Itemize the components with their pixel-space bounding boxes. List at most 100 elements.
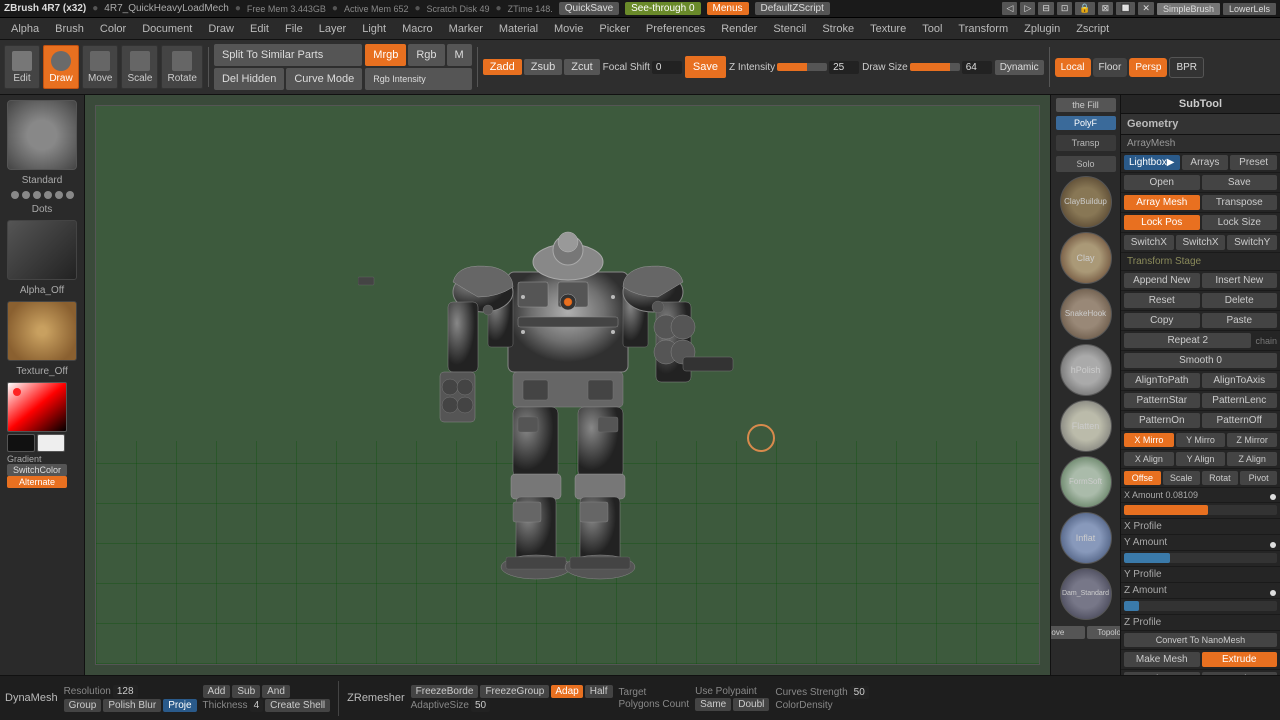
- x-mirror-button[interactable]: X Mirro: [1124, 433, 1174, 447]
- icon7[interactable]: 🔲: [1116, 2, 1135, 15]
- canvas-viewport[interactable]: [95, 105, 1040, 665]
- reset-button[interactable]: Reset: [1124, 293, 1200, 308]
- menu-texture[interactable]: Texture: [863, 21, 913, 37]
- x-align-button[interactable]: X Align: [1124, 452, 1174, 466]
- menu-color[interactable]: Color: [93, 21, 133, 37]
- menu-transform[interactable]: Transform: [951, 21, 1015, 37]
- y-amount-slider[interactable]: [1124, 553, 1277, 563]
- align-to-path-button[interactable]: AlignToPath: [1124, 373, 1200, 388]
- switch-y-button[interactable]: SwitchY: [1227, 235, 1277, 250]
- y-amount-slider-row[interactable]: [1121, 551, 1280, 567]
- align-to-axis-button[interactable]: AlignToAxis: [1202, 373, 1278, 388]
- clay-buildup-brush[interactable]: ClayBuildup: [1060, 176, 1112, 228]
- menu-edit[interactable]: Edit: [243, 21, 276, 37]
- group-button[interactable]: Group: [64, 699, 102, 712]
- append-new-button[interactable]: Append New: [1124, 273, 1200, 288]
- adaptive-size-value[interactable]: 50: [471, 699, 490, 712]
- switch-color-button[interactable]: SwitchColor: [7, 464, 67, 476]
- icon6[interactable]: ⊠: [1098, 2, 1114, 15]
- brush-preview[interactable]: [7, 100, 77, 170]
- icon2[interactable]: ▷: [1020, 2, 1035, 15]
- draw-size-value[interactable]: 64: [962, 61, 992, 74]
- convert-nanomesh-button[interactable]: Convert To NanoMesh: [1124, 633, 1277, 647]
- menu-preferences[interactable]: Preferences: [639, 21, 712, 37]
- color-square[interactable]: [7, 382, 67, 432]
- draw-button[interactable]: Draw: [43, 45, 79, 89]
- freeze-borders-button[interactable]: FreezeBorde: [411, 685, 479, 698]
- save-button[interactable]: Save: [685, 56, 726, 78]
- menu-light[interactable]: Light: [355, 21, 393, 37]
- mrgb-button[interactable]: Mrgb: [365, 44, 406, 66]
- menu-picker[interactable]: Picker: [592, 21, 637, 37]
- adap-button[interactable]: Adap: [551, 685, 582, 698]
- pattern-lenc-button[interactable]: PatternLenc: [1202, 393, 1278, 408]
- z-align-button[interactable]: Z Align: [1227, 452, 1277, 466]
- same-button[interactable]: Same: [695, 698, 731, 711]
- menu-movie[interactable]: Movie: [547, 21, 590, 37]
- thickness-value[interactable]: 4: [250, 699, 264, 712]
- sub-button[interactable]: Sub: [232, 685, 260, 698]
- rgb-button[interactable]: Rgb: [408, 44, 444, 66]
- icon5[interactable]: 🔒: [1075, 2, 1094, 15]
- bpr-button[interactable]: BPR: [1169, 57, 1204, 78]
- topologize-button[interactable]: Topologize: [1087, 626, 1121, 639]
- y-align-button[interactable]: Y Align: [1176, 452, 1226, 466]
- lock-size-button[interactable]: Lock Size: [1202, 215, 1278, 230]
- menu-tool[interactable]: Tool: [915, 21, 949, 37]
- transpose-button[interactable]: Transpose: [1202, 195, 1278, 210]
- insert-new-button[interactable]: Insert New: [1202, 273, 1278, 288]
- add-button[interactable]: Add: [203, 685, 231, 698]
- rotate-rp-button[interactable]: Rotat: [1202, 471, 1239, 485]
- make-mesh-button[interactable]: Make Mesh: [1124, 652, 1200, 667]
- pattern-star-button[interactable]: PatternStar: [1124, 393, 1200, 408]
- icon8[interactable]: ✕: [1138, 2, 1154, 15]
- z-amount-slider-row[interactable]: [1121, 599, 1280, 615]
- zcut-button[interactable]: Zcut: [564, 59, 599, 75]
- zadd-button[interactable]: Zadd: [483, 59, 522, 75]
- menu-marker[interactable]: Marker: [442, 21, 490, 37]
- menu-macro[interactable]: Macro: [395, 21, 440, 37]
- icon3[interactable]: ⊟: [1038, 2, 1054, 15]
- open-button[interactable]: Open: [1124, 175, 1200, 190]
- simple-brush-button[interactable]: SimpleBrush: [1157, 3, 1220, 15]
- half-button[interactable]: Half: [585, 685, 613, 698]
- default-script-button[interactable]: DefaultZScript: [755, 2, 830, 15]
- rotate-button[interactable]: Rotate: [161, 45, 202, 89]
- lock-pos-button[interactable]: Lock Pos: [1124, 215, 1200, 230]
- z-mirror-button[interactable]: Z Mirror: [1227, 433, 1277, 447]
- curve-mode-button[interactable]: Curve Mode: [286, 68, 362, 90]
- polish-blur-button[interactable]: Polish Blur: [103, 699, 161, 712]
- swatch-black[interactable]: [7, 434, 35, 452]
- quicksave-button[interactable]: QuickSave: [559, 2, 619, 15]
- edit-button[interactable]: Edit: [4, 45, 40, 89]
- extrude-button[interactable]: Extrude: [1202, 652, 1278, 667]
- menu-brush[interactable]: Brush: [48, 21, 91, 37]
- repeat-button[interactable]: Repeat 2: [1124, 333, 1251, 348]
- menu-material[interactable]: Material: [492, 21, 545, 37]
- pattern-off-button[interactable]: PatternOff: [1202, 413, 1278, 428]
- close-button[interactable]: Close: [1124, 672, 1200, 675]
- clay-brush[interactable]: Clay: [1060, 232, 1112, 284]
- move-button[interactable]: Move: [1050, 626, 1085, 639]
- flatten-brush[interactable]: Flatten: [1060, 400, 1112, 452]
- menu-alpha[interactable]: Alpha: [4, 21, 46, 37]
- icon4[interactable]: ⊡: [1057, 2, 1073, 15]
- del-hidden-button[interactable]: Del Hidden: [214, 68, 284, 90]
- see-through-button[interactable]: See-through 0: [625, 2, 700, 15]
- array-mesh-button[interactable]: Array Mesh: [1124, 195, 1200, 210]
- arrays-button[interactable]: Arrays: [1182, 155, 1229, 170]
- move-button[interactable]: Move: [82, 45, 118, 89]
- inflat-brush[interactable]: Inflat: [1060, 512, 1112, 564]
- freeze-groups-button[interactable]: FreezeGroup: [480, 685, 549, 698]
- scale-rp-button[interactable]: Scale: [1163, 471, 1200, 485]
- zsub-button[interactable]: Zsub: [524, 59, 562, 75]
- menus-button[interactable]: Menus: [707, 2, 749, 15]
- m-button[interactable]: M: [447, 44, 472, 66]
- x-amount-slider-row[interactable]: [1121, 503, 1280, 519]
- z-intensity-slider[interactable]: [777, 63, 827, 71]
- transp-button[interactable]: Transp: [1056, 135, 1116, 151]
- menu-stencil[interactable]: Stencil: [766, 21, 813, 37]
- pattern-on-button[interactable]: PatternOn: [1124, 413, 1200, 428]
- canvas-area[interactable]: [85, 95, 1050, 675]
- swatch-white[interactable]: [37, 434, 65, 452]
